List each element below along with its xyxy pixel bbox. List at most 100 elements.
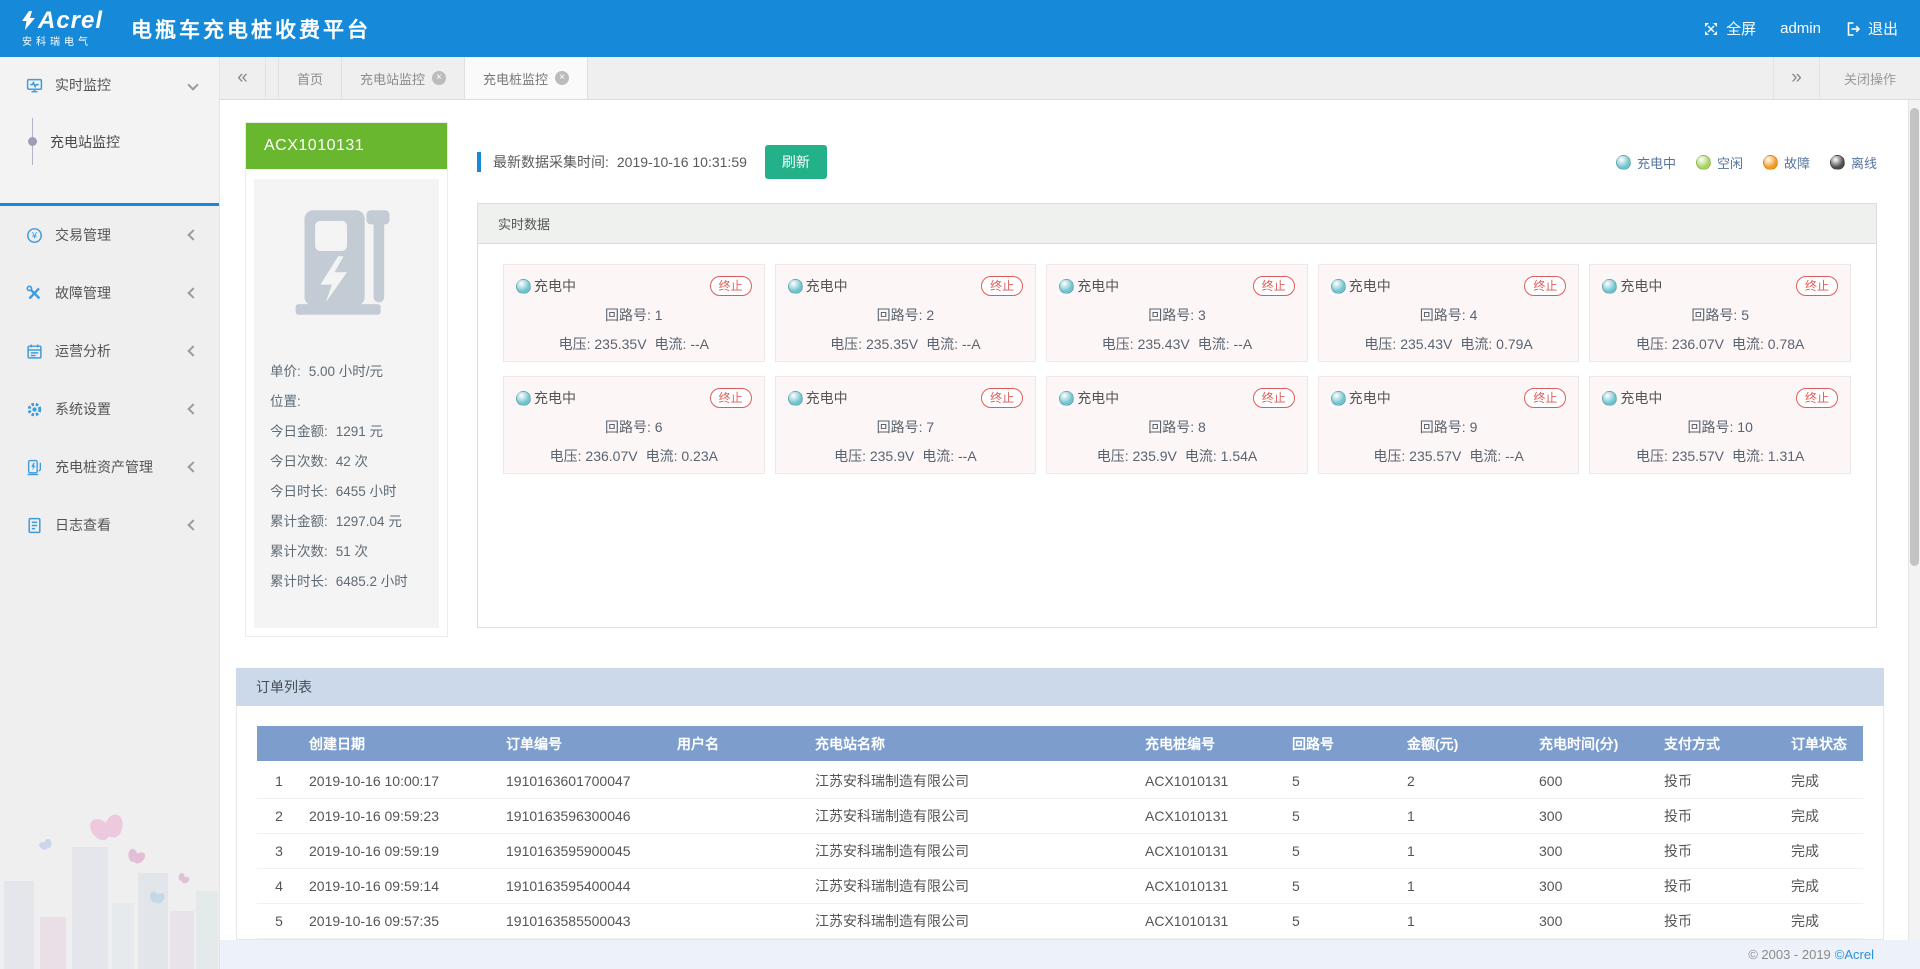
- terminate-button[interactable]: 终止: [1796, 276, 1838, 296]
- chevron-down-icon: [187, 79, 198, 90]
- stat-value: 51 次: [336, 544, 368, 559]
- stat-line: 今日金额:1291 元: [270, 417, 423, 447]
- table-row[interactable]: 4 2019-10-16 09:59:14 1910163595400044 江…: [257, 868, 1863, 903]
- stat-label: 今日次数:: [270, 454, 328, 469]
- city-watermark: [0, 814, 219, 969]
- charge-minutes: 600: [1531, 763, 1656, 798]
- voltage-current-line: 电压: 235.35V电流: --A: [788, 334, 1024, 354]
- scrollbar-thumb[interactable]: [1910, 108, 1919, 566]
- current-value: --A: [958, 448, 977, 464]
- sidebar-item-system-settings[interactable]: 系统设置: [0, 380, 219, 438]
- order-status: 完成: [1783, 798, 1863, 833]
- realtime-data-title: 实时数据: [478, 204, 1876, 244]
- sidebar-item-transactions[interactable]: ¥ 交易管理: [0, 206, 219, 264]
- logout-button[interactable]: 退出: [1845, 18, 1898, 39]
- circuit-card: 充电中 终止 回路号: 5 电压: 236.07V电流: 0.78A: [1589, 264, 1851, 362]
- column-header: 订单编号: [498, 726, 669, 763]
- logout-icon: [1845, 21, 1861, 37]
- circuit-number-line: 回路号: 4: [1331, 305, 1567, 325]
- pile-id: ACX1010131: [1137, 763, 1284, 798]
- terminate-button[interactable]: 终止: [1796, 388, 1838, 408]
- sidebar-item-pile-assets[interactable]: 充电桩资产管理: [0, 438, 219, 496]
- circuit-number-line: 回路号: 5: [1602, 305, 1838, 325]
- acrel-logo: Acrel 安科瑞电气: [22, 10, 103, 48]
- create-date: 2019-10-16 10:00:17: [301, 763, 498, 798]
- close-tab-icon[interactable]: ×: [555, 71, 569, 85]
- vertical-scrollbar[interactable]: [1908, 100, 1920, 940]
- close-tab-icon[interactable]: ×: [432, 71, 446, 85]
- calendar-icon: [26, 343, 43, 360]
- chevron-left-icon: [187, 519, 198, 530]
- circuit-card: 充电中 终止 回路号: 4 电压: 235.43V电流: 0.79A: [1318, 264, 1580, 362]
- butterfly-icon: [176, 872, 189, 885]
- table-row[interactable]: 3 2019-10-16 09:59:19 1910163595900045 江…: [257, 833, 1863, 868]
- brand-link[interactable]: ©Acrel: [1835, 947, 1874, 962]
- fullscreen-button[interactable]: 全屏: [1703, 18, 1756, 39]
- sidebar-item-faults[interactable]: 故障管理: [0, 264, 219, 322]
- charging-status-dot-icon: [788, 279, 803, 294]
- sidebar-item-realtime-monitor[interactable]: 实时监控: [0, 57, 219, 113]
- voltage-value: 235.9V: [1133, 448, 1177, 464]
- voltage-current-line: 电压: 235.57V电流: 1.31A: [1602, 446, 1838, 466]
- current-value: 1.54A: [1221, 448, 1258, 464]
- circuit-card: 充电中 终止 回路号: 8 电压: 235.9V电流: 1.54A: [1046, 376, 1308, 474]
- circuit-number: 10: [1737, 419, 1753, 435]
- charging-status-label: 充电中: [1349, 388, 1391, 408]
- voltage-current-line: 电压: 235.9V电流: --A: [788, 446, 1024, 466]
- status-dot-icon: [1763, 155, 1778, 170]
- create-date: 2019-10-16 09:59:19: [301, 833, 498, 868]
- tab-pile-monitor[interactable]: 充电桩监控 ×: [465, 57, 588, 99]
- current-value: --A: [690, 336, 709, 352]
- sidebar-group-realtime: 实时监控 充电站监控: [0, 57, 219, 206]
- tabs-scroll-right-button[interactable]: »: [1773, 57, 1819, 99]
- tab-station-monitor[interactable]: 充电站监控 ×: [342, 57, 465, 99]
- circuit-number-line: 回路号: 7: [788, 417, 1024, 437]
- charging-status-label: 充电中: [534, 388, 576, 408]
- stat-value: 6485.2 小时: [336, 574, 408, 589]
- charging-status-label: 充电中: [1620, 388, 1662, 408]
- tabs-scroll-left-button[interactable]: «: [220, 57, 266, 99]
- sidebar-item-logs[interactable]: 日志查看: [0, 496, 219, 554]
- legend-label: 充电中: [1637, 153, 1676, 172]
- main-content: ACX1010131 单价: 5.00 小时/元: [220, 100, 1920, 940]
- logo-subtext: 安科瑞电气: [22, 33, 92, 48]
- terminate-button[interactable]: 终止: [710, 276, 752, 296]
- terminate-button[interactable]: 终止: [1253, 388, 1295, 408]
- table-header-row: 创建日期订单编号用户名充电站名称充电桩编号回路号金额(元)充电时间(分)支付方式…: [257, 726, 1863, 763]
- terminate-button[interactable]: 终止: [1524, 388, 1566, 408]
- pile-card-body: 单价:5.00 小时/元 位置: 今日金额:1291 元 今日次数:42 次: [254, 179, 439, 628]
- legend-item: 离线: [1830, 153, 1877, 172]
- create-date: 2019-10-16 09:59:23: [301, 798, 498, 833]
- table-row[interactable]: 1 2019-10-16 10:00:17 1910163601700047 江…: [257, 763, 1863, 798]
- table-row[interactable]: 5 2019-10-16 09:57:35 1910163585500043 江…: [257, 903, 1863, 938]
- terminate-button[interactable]: 终止: [1253, 276, 1295, 296]
- column-header: 充电站名称: [807, 726, 1137, 763]
- circuit-number: 1: [655, 307, 663, 323]
- table-row[interactable]: 2 2019-10-16 09:59:23 1910163596300046 江…: [257, 798, 1863, 833]
- terminate-button[interactable]: 终止: [1524, 276, 1566, 296]
- monitor-icon: [26, 77, 43, 94]
- sidebar-item-station-monitor[interactable]: 充电站监控: [0, 113, 219, 170]
- charging-status-dot-icon: [516, 391, 531, 406]
- order-table-body: 1 2019-10-16 10:00:17 1910163601700047 江…: [257, 763, 1863, 938]
- terminate-button[interactable]: 终止: [981, 276, 1023, 296]
- stat-label: 单价:: [270, 364, 301, 379]
- pile-id-header: ACX1010131: [246, 123, 447, 169]
- terminate-button[interactable]: 终止: [981, 388, 1023, 408]
- stat-line: 今日时长:6455 小时: [270, 477, 423, 507]
- status-dot-icon: [1830, 155, 1845, 170]
- terminate-button[interactable]: 终止: [710, 388, 752, 408]
- column-header: 支付方式: [1656, 726, 1783, 763]
- close-operations-menu[interactable]: 关闭操作: [1819, 57, 1920, 99]
- stat-value: 1297.04 元: [336, 514, 402, 529]
- app-window: Acrel 安科瑞电气 电瓶车充电桩收费平台 全屏 admin 退出 « 首页 …: [0, 0, 1920, 969]
- timeline-dot-icon: [28, 137, 37, 146]
- username[interactable]: admin: [1780, 20, 1821, 37]
- chevron-left-icon: [187, 345, 198, 356]
- stat-value: 5.00 小时/元: [309, 364, 383, 379]
- refresh-button[interactable]: 刷新: [765, 145, 827, 179]
- column-header: 金额(元): [1399, 726, 1531, 763]
- sidebar-item-operations-analysis[interactable]: 运营分析: [0, 322, 219, 380]
- tab-home[interactable]: 首页: [278, 57, 342, 99]
- charging-status-label: 充电中: [806, 388, 848, 408]
